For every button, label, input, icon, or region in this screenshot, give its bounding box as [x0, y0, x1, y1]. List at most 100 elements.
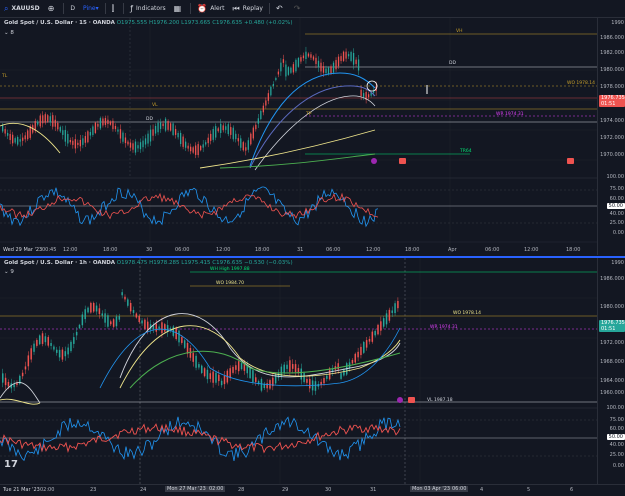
- candle-body: [164, 324, 166, 332]
- chart-1h-canvas: [0, 258, 597, 484]
- candle-body: [232, 127, 234, 140]
- replay-icon: ⏮: [232, 3, 240, 13]
- candle-body: [198, 364, 200, 368]
- candle-body: [104, 313, 106, 323]
- time-axis-15m[interactable]: Wed 29 Mar '23 00:45 12:00 18:00 30 06:0…: [0, 245, 597, 255]
- time-axis-1h[interactable]: Tue 21 Mar '23 02:00 23 24 Mon 27 Mar '2…: [0, 484, 625, 496]
- candle-body: [242, 142, 244, 151]
- candle-body: [112, 120, 114, 130]
- candle-body: [289, 360, 291, 372]
- alert-button[interactable]: ⏰ Alert: [193, 0, 228, 17]
- candle-body: [67, 133, 69, 144]
- candle-body: [24, 135, 26, 140]
- candle-body: [394, 303, 396, 314]
- candle-body: [64, 351, 67, 357]
- candle-body: [7, 132, 9, 136]
- candle-body: [306, 379, 308, 383]
- divider: [190, 3, 192, 14]
- candle-body: [277, 71, 280, 75]
- interval-button[interactable]: D: [66, 0, 79, 17]
- bar-style-button[interactable]: ⫿: [108, 0, 122, 17]
- candle-body: [246, 365, 248, 374]
- candle-body: [30, 348, 32, 360]
- candle-body: [382, 318, 385, 327]
- undo-button[interactable]: ↶: [272, 0, 290, 17]
- price-axis-15m[interactable]: 1990 1986.000 1982.000 1980.000 1978.000…: [597, 18, 625, 255]
- candle-body: [58, 349, 61, 358]
- compare-button[interactable]: ⊕: [44, 0, 62, 17]
- candle-body: [352, 52, 355, 65]
- candle-body: [182, 136, 184, 147]
- candle-body: [169, 123, 172, 131]
- candle-body: [267, 93, 270, 101]
- alarm-icon: ⏰: [197, 4, 208, 13]
- candle-body: [97, 123, 99, 127]
- candle-body: [391, 310, 393, 313]
- candle-body: [215, 126, 217, 138]
- candle-body: [220, 380, 223, 386]
- candle-body: [255, 377, 257, 382]
- candle-body: [144, 319, 146, 329]
- indicators-button[interactable]: ƒ Indicators: [126, 0, 169, 17]
- candle-body: [52, 115, 54, 127]
- candle-body: [320, 62, 322, 72]
- candle-body: [89, 131, 92, 136]
- candle-body: [275, 77, 277, 81]
- candle-body: [132, 310, 135, 313]
- candle-body: [200, 145, 202, 151]
- candle-body: [98, 308, 101, 314]
- candle-body: [314, 381, 317, 391]
- candle-body: [95, 305, 98, 312]
- level-wo2-label: WO 1978.14: [453, 311, 482, 316]
- replay-button[interactable]: ⏮ Replay: [228, 0, 267, 17]
- redo-button[interactable]: ↷: [290, 0, 308, 17]
- chart-15m-pane[interactable]: Gold Spot / U.S. Dollar · 15 · OANDA O19…: [0, 18, 597, 255]
- candle-body: [243, 363, 246, 371]
- osc-value-tag: 50.00: [606, 434, 625, 440]
- candle-body: [53, 346, 55, 350]
- symbol-search[interactable]: ⌕ XAUUSD: [0, 0, 44, 17]
- candle-body: [75, 331, 78, 336]
- candle-body: [135, 313, 138, 318]
- candle-body: [229, 368, 231, 378]
- chart-15m-legend: Gold Spot / U.S. Dollar · 15 · OANDA O19…: [4, 20, 293, 26]
- candle-body: [223, 375, 226, 385]
- candle-body: [249, 367, 251, 379]
- pine-button[interactable]: Pine ▾: [79, 0, 103, 17]
- candle-body: [24, 366, 27, 370]
- candle-body: [212, 128, 214, 140]
- candle-body: [4, 129, 6, 134]
- event-marker: [371, 158, 377, 164]
- candle-body: [374, 330, 376, 336]
- candle-body: [285, 64, 287, 77]
- candle-body: [291, 364, 294, 369]
- candle-body: [179, 132, 182, 145]
- candle-body: [41, 333, 44, 344]
- candle-body: [42, 115, 44, 124]
- candle-body: [159, 122, 162, 129]
- candle-body: [162, 123, 164, 127]
- candle-body: [2, 373, 4, 383]
- candle-body: [397, 300, 399, 309]
- candle-body: [64, 129, 66, 142]
- tradingview-logo[interactable]: 17: [4, 459, 18, 470]
- candle-body: [286, 364, 288, 369]
- candle-body: [345, 51, 347, 59]
- layouts-button[interactable]: ▦: [170, 0, 189, 17]
- collapse-indicators-button[interactable]: ⌄ 9: [4, 269, 14, 275]
- chart-1h-legend: Gold Spot / U.S. Dollar · 1h · OANDA O19…: [4, 260, 293, 266]
- last-price-tag: 1976.735 01:51: [599, 320, 625, 332]
- candle-body: [235, 365, 237, 370]
- candle-body: [272, 83, 275, 87]
- candles-icon: ⫿: [111, 3, 115, 13]
- candle-body: [302, 55, 305, 59]
- candle-body: [347, 54, 350, 57]
- candle-body: [101, 313, 103, 316]
- collapse-indicators-button[interactable]: ⌄ 8: [4, 30, 14, 36]
- level-vl-label: VL: [152, 103, 158, 108]
- candle-body: [44, 114, 46, 123]
- price-axis-1h[interactable]: 1990 1986.000 1980.000 1972.000 1968.000…: [597, 258, 625, 484]
- chart-1h-pane[interactable]: Gold Spot / U.S. Dollar · 1h · OANDA O19…: [0, 258, 597, 484]
- candle-body: [367, 94, 370, 98]
- candles-1h: [2, 289, 399, 396]
